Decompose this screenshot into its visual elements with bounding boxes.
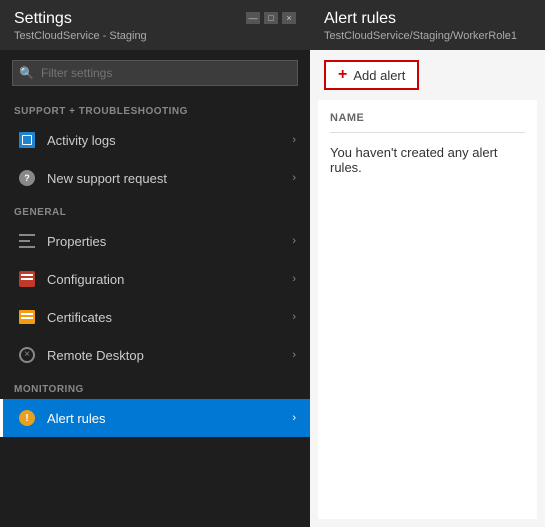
remote-desktop-label: Remote Desktop (47, 348, 292, 363)
chevron-icon: › (292, 134, 296, 146)
chevron-icon: › (292, 311, 296, 323)
filter-search-box[interactable]: 🔍 (12, 60, 298, 86)
search-icon: 🔍 (19, 66, 34, 80)
close-button[interactable]: × (282, 12, 296, 24)
section-general-label: General (0, 197, 310, 222)
properties-label: Properties (47, 234, 292, 249)
properties-icon (17, 231, 37, 251)
menu-item-configuration[interactable]: Configuration › (0, 260, 310, 298)
add-alert-button[interactable]: + Add alert (324, 60, 419, 90)
menu-item-alert-rules[interactable]: Alert rules › (0, 399, 310, 437)
activity-logs-icon (17, 130, 37, 150)
left-panel-subtitle: TestCloudService - Staging (14, 30, 147, 42)
chevron-icon: › (292, 172, 296, 184)
menu-item-new-support-request[interactable]: ? New support request › (0, 159, 310, 197)
name-column-header: Name (330, 112, 525, 133)
right-panel-header: Alert rules TestCloudService/Staging/Wor… (310, 0, 545, 50)
menu-item-properties[interactable]: Properties › (0, 222, 310, 260)
configuration-icon (17, 269, 37, 289)
alert-rules-label: Alert rules (47, 411, 292, 426)
menu-item-certificates[interactable]: Certificates › (0, 298, 310, 336)
plus-icon: + (338, 67, 347, 83)
settings-panel: Settings TestCloudService - Staging — □ … (0, 0, 310, 527)
certificates-icon (17, 307, 37, 327)
left-panel-title: Settings (14, 10, 147, 28)
right-toolbar: + Add alert (310, 50, 545, 100)
alert-rules-panel: Alert rules TestCloudService/Staging/Wor… (310, 0, 545, 527)
alert-rules-content: Name You haven't created any alert rules… (318, 100, 537, 519)
minimize-button[interactable]: — (246, 12, 260, 24)
menu-item-activity-logs[interactable]: Activity logs › (0, 121, 310, 159)
section-support-label: Support + Troubleshooting (0, 96, 310, 121)
maximize-button[interactable]: □ (264, 12, 278, 24)
empty-state-message: You haven't created any alert rules. (330, 145, 525, 175)
chevron-icon: › (292, 273, 296, 285)
filter-input[interactable] (12, 60, 298, 86)
right-panel-title: Alert rules (324, 10, 531, 28)
section-monitoring-label: Monitoring (0, 374, 310, 399)
chevron-icon: › (292, 235, 296, 247)
certificates-label: Certificates (47, 310, 292, 325)
alert-rules-icon (17, 408, 37, 428)
right-panel-subtitle: TestCloudService/Staging/WorkerRole1 (324, 30, 531, 42)
chevron-icon: › (292, 349, 296, 361)
left-panel-header: Settings TestCloudService - Staging — □ … (0, 0, 310, 50)
chevron-icon: › (292, 412, 296, 424)
menu-item-remote-desktop[interactable]: Remote Desktop › (0, 336, 310, 374)
activity-logs-label: Activity logs (47, 133, 292, 148)
configuration-label: Configuration (47, 272, 292, 287)
support-request-label: New support request (47, 171, 292, 186)
remote-desktop-icon (17, 345, 37, 365)
add-alert-label: Add alert (353, 68, 405, 83)
support-request-icon: ? (17, 168, 37, 188)
